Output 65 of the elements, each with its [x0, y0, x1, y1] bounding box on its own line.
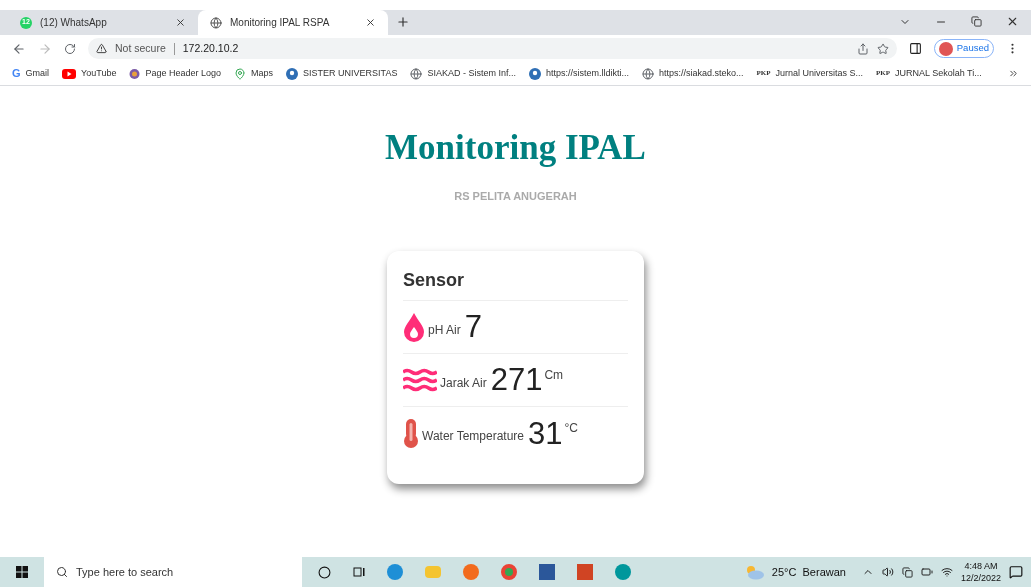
more-bookmarks-icon[interactable]: [1008, 68, 1019, 79]
star-icon[interactable]: [876, 42, 889, 55]
close-icon[interactable]: [365, 17, 376, 28]
battery-icon[interactable]: [920, 566, 933, 578]
thermometer-icon: [403, 418, 419, 448]
map-pin-icon: [234, 67, 246, 80]
bookmark-link[interactable]: Page Header Logo: [129, 66, 221, 81]
bookmark-link[interactable]: YouTube: [62, 66, 117, 81]
task-view-icon[interactable]: [353, 566, 365, 578]
bookmark-link[interactable]: SISTER UNIVERSITAS: [286, 66, 398, 81]
search-icon: [56, 566, 68, 578]
url-text: 172.20.10.2: [182, 40, 239, 56]
avatar-icon: [938, 41, 953, 56]
sensor-label: Jarak Air: [440, 374, 487, 392]
clock[interactable]: 4:48 AM 12/2/2022: [960, 560, 1001, 584]
bookmark-link[interactable]: Maps: [234, 66, 274, 81]
back-icon[interactable]: [12, 41, 26, 56]
bookmark-link[interactable]: SIAKAD - Sistem Inf...: [410, 66, 516, 81]
tab-title: (12) WhatsApp: [40, 16, 108, 30]
card-title: Sensor: [403, 266, 628, 301]
bookmark-link[interactable]: G Gmail: [12, 66, 50, 81]
droplet-icon: [403, 311, 425, 342]
cortana-icon[interactable]: [318, 565, 331, 579]
windows-icon: [16, 566, 28, 578]
weather-text: 25°C Berawan: [771, 564, 846, 580]
emblem-icon: [528, 67, 541, 80]
date-text: 12/2/2022: [960, 572, 1001, 584]
globe-icon: [410, 67, 423, 80]
page-subtitle: RS PELITA ANUGERAH: [454, 189, 577, 204]
sensor-label: Water Temperature: [422, 428, 525, 445]
unit-label: Cm: [544, 366, 564, 384]
tab-title: Monitoring IPAL RSPA: [230, 16, 331, 30]
close-icon[interactable]: [175, 17, 186, 28]
warning-icon: [96, 43, 107, 54]
page-title: Monitoring IPAL: [385, 130, 646, 165]
notification-icon[interactable]: [1009, 565, 1023, 579]
waves-icon: [403, 367, 437, 392]
new-tab-icon[interactable]: [396, 15, 410, 29]
weather-widget[interactable]: 25°C Berawan: [743, 563, 846, 581]
address-bar[interactable]: Not secure 172.20.10.2: [88, 38, 897, 59]
search-placeholder: Type here to search: [76, 564, 174, 580]
google-icon: G: [12, 68, 21, 79]
play-icon: [62, 68, 77, 79]
reload-icon[interactable]: [64, 42, 76, 55]
wifi-icon[interactable]: [940, 566, 953, 578]
restore-icon[interactable]: [971, 16, 982, 27]
sensor-value: 271: [490, 364, 543, 395]
emblem-icon: [129, 67, 141, 80]
share-icon[interactable]: [856, 42, 869, 55]
globe-icon: [210, 16, 222, 29]
sensor-label: pH Air: [428, 321, 461, 339]
browser-tab[interactable]: Monitoring IPAL RSPA: [198, 10, 388, 35]
globe-icon: [641, 67, 654, 80]
taskbar-search-field[interactable]: Type here to search: [44, 557, 302, 587]
close-icon[interactable]: [1006, 15, 1019, 28]
emblem-icon: [286, 67, 299, 80]
unit-label: °C: [564, 419, 578, 437]
security-label: Not secure: [115, 40, 166, 56]
bookmark-link[interactable]: https://sistem.lldikti...: [528, 66, 629, 81]
time-text: 4:48 AM: [964, 560, 998, 572]
sensor-value: 7: [464, 311, 482, 342]
sensor-value: 31: [528, 417, 563, 449]
speaker-icon[interactable]: [881, 566, 894, 578]
side-panel-icon[interactable]: [908, 42, 922, 55]
bookmark-link[interactable]: https://siakad.steko...: [641, 66, 744, 81]
